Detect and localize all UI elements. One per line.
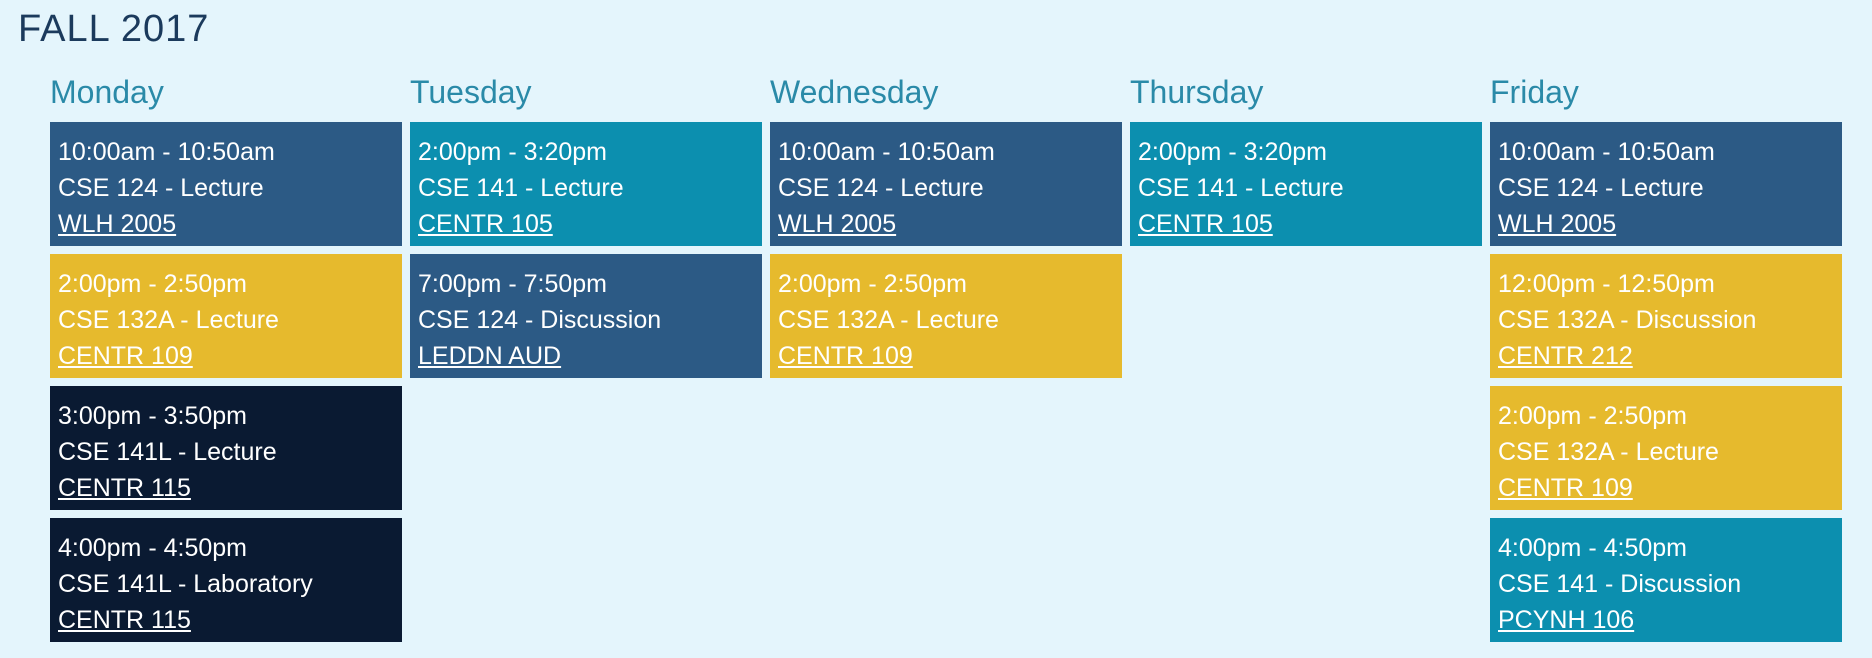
event-location-line: CENTR 105 xyxy=(418,206,754,242)
event-time: 7:00pm - 7:50pm xyxy=(418,270,607,298)
event-location-link[interactable]: WLH 2005 xyxy=(1498,210,1616,238)
event-time: 10:00am - 10:50am xyxy=(58,138,275,166)
event-location-link[interactable]: CENTR 105 xyxy=(418,210,553,238)
event-location-line: CENTR 212 xyxy=(1498,338,1834,374)
event-location-link[interactable]: CENTR 109 xyxy=(1498,474,1633,502)
day-heading: Tuesday xyxy=(410,74,532,110)
event-card: 4:00pm - 4:50pm CSE 141L - Laboratory CENT… xyxy=(50,518,402,642)
event-time: 2:00pm - 3:20pm xyxy=(1138,138,1327,166)
event-time: 4:00pm - 4:50pm xyxy=(58,534,247,562)
event-course: CSE 141 - Lecture xyxy=(1138,174,1344,202)
event-location-link[interactable]: CENTR 115 xyxy=(58,606,191,634)
event-course: CSE 141 - Discussion xyxy=(1498,570,1742,598)
event-time: 2:00pm - 3:20pm xyxy=(418,138,607,166)
event-card: 10:00am - 10:50am CSE 124 - Lecture WLH 20… xyxy=(1490,122,1842,246)
event-location-line: CENTR 109 xyxy=(778,338,1114,374)
event-location-line: WLH 2005 xyxy=(58,206,394,242)
day-heading: Thursday xyxy=(1130,74,1264,110)
event-location-link[interactable]: WLH 2005 xyxy=(778,210,896,238)
event-card: 7:00pm - 7:50pm CSE 124 - Discussion LEDDN… xyxy=(410,254,762,378)
event-course: CSE 132A - Lecture xyxy=(778,306,999,334)
event-course: CSE 124 - Discussion xyxy=(418,306,662,334)
event-time: 10:00am - 10:50am xyxy=(778,138,995,166)
day-heading: Wednesday xyxy=(770,74,939,110)
event-location-line: CENTR 105 xyxy=(1138,206,1474,242)
day-heading: Friday xyxy=(1490,74,1579,110)
event-course: CSE 132A - Lecture xyxy=(1498,438,1719,466)
event-location-line: CENTR 115 xyxy=(58,602,394,638)
day-column-wednesday: Wednesday 10:00am - 10:50am CSE 124 - Lect… xyxy=(770,70,1122,650)
event-location-line: PCYNH 106 xyxy=(1498,602,1834,638)
event-card: 2:00pm - 3:20pm CSE 141 - Lecture CENTR 10… xyxy=(410,122,762,246)
event-location-link[interactable]: LEDDN AUD xyxy=(418,342,561,370)
event-time: 2:00pm - 2:50pm xyxy=(778,270,967,298)
event-location-link[interactable]: WLH 2005 xyxy=(58,210,176,238)
day-column-friday: Friday 10:00am - 10:50am CSE 124 - Lecture… xyxy=(1490,70,1842,650)
event-card: 4:00pm - 4:50pm CSE 141 - Discussion PCYNH… xyxy=(1490,518,1842,642)
event-location-link[interactable]: CENTR 109 xyxy=(58,342,193,370)
event-course: CSE 132A - Discussion xyxy=(1498,306,1757,334)
term-title: FALL 2017 xyxy=(18,8,210,50)
event-card: 2:00pm - 2:50pm CSE 132A - Lecture CENTR 1… xyxy=(770,254,1122,378)
event-location-line: CENTR 109 xyxy=(58,338,394,374)
event-course: CSE 141L - Laboratory xyxy=(58,570,313,598)
event-card: 10:00am - 10:50am CSE 124 - Lecture WLH 20… xyxy=(50,122,402,246)
event-time: 10:00am - 10:50am xyxy=(1498,138,1715,166)
event-location-link[interactable]: CENTR 212 xyxy=(1498,342,1633,370)
event-card: 12:00pm - 12:50pm CSE 132A - Discussion CE… xyxy=(1490,254,1842,378)
event-time: 12:00pm - 12:50pm xyxy=(1498,270,1715,298)
event-time: 3:00pm - 3:50pm xyxy=(58,402,247,430)
week-grid: Monday 10:00am - 10:50am CSE 124 - Lecture… xyxy=(50,70,1842,650)
event-card: 2:00pm - 3:20pm CSE 141 - Lecture CENTR 10… xyxy=(1130,122,1482,246)
event-time: 2:00pm - 2:50pm xyxy=(1498,402,1687,430)
event-course: CSE 124 - Lecture xyxy=(58,174,264,202)
event-location-line: LEDDN AUD xyxy=(418,338,754,374)
day-heading: Monday xyxy=(50,74,164,110)
event-location-link[interactable]: CENTR 109 xyxy=(778,342,913,370)
day-column-monday: Monday 10:00am - 10:50am CSE 124 - Lecture… xyxy=(50,70,402,650)
event-course: CSE 141L - Lecture xyxy=(58,438,277,466)
event-location-link[interactable]: PCYNH 106 xyxy=(1498,606,1634,634)
event-card: 2:00pm - 2:50pm CSE 132A - Lecture CENTR 1… xyxy=(50,254,402,378)
schedule-page: FALL 2017 Monday 10:00am - 10:50am CSE 124… xyxy=(0,0,1872,658)
event-location-line: WLH 2005 xyxy=(778,206,1114,242)
event-location-line: CENTR 109 xyxy=(1498,470,1834,506)
event-course: CSE 124 - Lecture xyxy=(1498,174,1704,202)
event-card: 2:00pm - 2:50pm CSE 132A - Lecture CENTR 1… xyxy=(1490,386,1842,510)
event-course: CSE 141 - Lecture xyxy=(418,174,624,202)
event-location-line: CENTR 115 xyxy=(58,470,394,506)
event-location-link[interactable]: CENTR 105 xyxy=(1138,210,1273,238)
event-course: CSE 132A - Lecture xyxy=(58,306,279,334)
event-location-line: WLH 2005 xyxy=(1498,206,1834,242)
event-course: CSE 124 - Lecture xyxy=(778,174,984,202)
event-time: 4:00pm - 4:50pm xyxy=(1498,534,1687,562)
day-column-tuesday: Tuesday 2:00pm - 3:20pm CSE 141 - Lecture C… xyxy=(410,70,762,650)
event-location-link[interactable]: CENTR 115 xyxy=(58,474,191,502)
event-card: 10:00am - 10:50am CSE 124 - Lecture WLH 20… xyxy=(770,122,1122,246)
event-time: 2:00pm - 2:50pm xyxy=(58,270,247,298)
day-column-thursday: Thursday 2:00pm - 3:20pm CSE 141 - Lecture… xyxy=(1130,70,1482,650)
event-card: 3:00pm - 3:50pm CSE 141L - Lecture CENTR 1… xyxy=(50,386,402,510)
